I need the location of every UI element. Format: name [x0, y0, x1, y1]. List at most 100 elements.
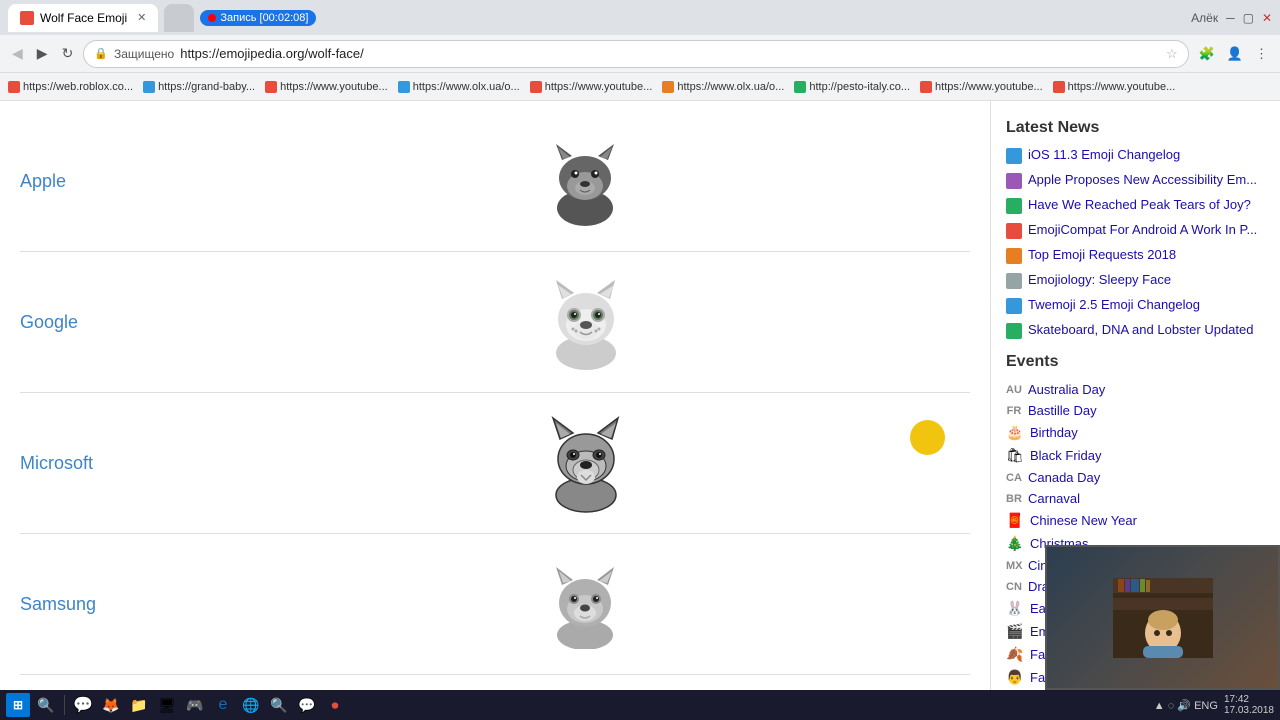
- vendor-link-google[interactable]: Google: [20, 312, 78, 332]
- event-link-bastille-day[interactable]: Bastille Day: [1028, 403, 1097, 418]
- close-button[interactable]: ✕: [1262, 11, 1272, 25]
- vendor-link-samsung[interactable]: Samsung: [20, 594, 96, 614]
- taskbar-ie[interactable]: e: [211, 693, 235, 717]
- event-australia-day[interactable]: AU Australia Day: [1006, 381, 1265, 398]
- maximize-button[interactable]: ▢: [1243, 11, 1254, 25]
- news-favicon-8: [1006, 323, 1022, 339]
- vendor-link-apple[interactable]: Apple: [20, 171, 66, 191]
- event-flag-canada: CA: [1006, 472, 1022, 484]
- taskbar-firefox[interactable]: 🦊: [99, 693, 123, 717]
- secure-label: Защищено: [114, 47, 174, 61]
- taskbar: ⊞ 🔍 💬 🦊 📁 🖥 🎮 e 🌐 🔍 💬 ⏺ ▲ ◌ 🔊 ENG 17:421…: [0, 690, 1280, 720]
- event-black-friday[interactable]: 🛍 Black Friday: [1006, 446, 1265, 465]
- bookmark-favicon: [530, 81, 542, 93]
- active-tab[interactable]: Wolf Face Emoji ✕: [8, 4, 158, 32]
- bookmark-olx2[interactable]: https://www.olx.ua/o...: [662, 81, 784, 93]
- event-birthday[interactable]: 🎂 Birthday: [1006, 423, 1265, 442]
- news-favicon-1: [1006, 148, 1022, 164]
- tab-label: Wolf Face Emoji: [40, 11, 127, 25]
- content-area: Apple: [0, 101, 990, 720]
- event-emoji-birthday: 🎂: [1006, 424, 1024, 441]
- news-item-7[interactable]: Twemoji 2.5 Emoji Changelog: [1006, 297, 1265, 314]
- profile-icon[interactable]: 👤: [1223, 44, 1247, 64]
- wolf-svg-apple: [540, 136, 630, 226]
- news-link-4[interactable]: EmojiCompat For Android A Work In P...: [1028, 222, 1257, 239]
- vendor-apple: Apple: [20, 111, 970, 252]
- taskbar-search2[interactable]: 🔍: [267, 693, 291, 717]
- minimize-button[interactable]: ─: [1226, 11, 1235, 25]
- news-link-8[interactable]: Skateboard, DNA and Lobster Updated: [1028, 322, 1253, 339]
- taskbar-sys-icons: ▲ ◌ 🔊 ENG: [1154, 699, 1218, 712]
- bookmark-roblox[interactable]: https://web.roblox.co...: [8, 81, 133, 93]
- wolf-svg-microsoft: [538, 413, 633, 513]
- taskbar-explorer[interactable]: 📁: [127, 693, 151, 717]
- window-controls: Алёк ─ ▢ ✕: [1191, 11, 1272, 25]
- event-link-chinese-new-year[interactable]: Chinese New Year: [1030, 513, 1137, 528]
- news-item-8[interactable]: Skateboard, DNA and Lobster Updated: [1006, 322, 1265, 339]
- taskbar-record[interactable]: ⏺: [323, 693, 347, 717]
- event-flag-brazil: BR: [1006, 493, 1022, 505]
- taskbar-chrome[interactable]: 🌐: [239, 693, 263, 717]
- bookmark-youtube2[interactable]: https://www.youtube...: [530, 81, 653, 93]
- lock-icon: 🔒: [94, 47, 108, 60]
- news-item-1[interactable]: iOS 11.3 Emoji Changelog: [1006, 147, 1265, 164]
- wolf-image-microsoft: [525, 413, 645, 513]
- event-canada-day[interactable]: CA Canada Day: [1006, 469, 1265, 486]
- news-item-5[interactable]: Top Emoji Requests 2018: [1006, 247, 1265, 264]
- bookmark-favicon: [265, 81, 277, 93]
- bookmark-favicon: [662, 81, 674, 93]
- news-favicon-2: [1006, 173, 1022, 189]
- taskbar-game[interactable]: 🎮: [183, 693, 207, 717]
- news-link-7[interactable]: Twemoji 2.5 Emoji Changelog: [1028, 297, 1200, 314]
- event-flag-france: FR: [1006, 405, 1022, 417]
- address-bar[interactable]: 🔒 Защищено https://emojipedia.org/wolf-f…: [83, 40, 1188, 68]
- news-item-6[interactable]: Emojiology: Sleepy Face: [1006, 272, 1265, 289]
- news-link-1[interactable]: iOS 11.3 Emoji Changelog: [1028, 147, 1180, 164]
- bookmark-star-icon[interactable]: ☆: [1166, 46, 1178, 62]
- event-carnaval[interactable]: BR Carnaval: [1006, 490, 1265, 507]
- bookmark-youtube3[interactable]: https://www.youtube...: [920, 81, 1043, 93]
- event-link-carnaval[interactable]: Carnaval: [1028, 491, 1080, 506]
- event-chinese-new-year[interactable]: 🧧 Chinese New Year: [1006, 511, 1265, 530]
- news-item-4[interactable]: EmojiCompat For Android A Work In P...: [1006, 222, 1265, 239]
- bookmark-pesto[interactable]: http://pesto-italy.co...: [794, 81, 910, 93]
- wolf-image-samsung: [525, 554, 645, 654]
- event-link-birthday[interactable]: Birthday: [1030, 425, 1078, 440]
- bookmark-grand-baby[interactable]: https://grand-baby...: [143, 81, 255, 93]
- video-thumbnail[interactable]: [1045, 545, 1280, 690]
- news-link-5[interactable]: Top Emoji Requests 2018: [1028, 247, 1176, 264]
- start-button[interactable]: ⊞: [6, 693, 30, 717]
- menu-icon[interactable]: ⋮: [1251, 44, 1272, 64]
- inactive-tab[interactable]: [164, 4, 194, 32]
- bookmark-label: https://www.youtube...: [1068, 81, 1176, 93]
- latest-news-title: Latest News: [1006, 119, 1265, 137]
- event-link-canada-day[interactable]: Canada Day: [1028, 470, 1100, 485]
- taskbar-skype[interactable]: 💬: [295, 693, 319, 717]
- bookmark-favicon: [1053, 81, 1065, 93]
- extensions-icon[interactable]: 🧩: [1195, 44, 1219, 64]
- forward-button[interactable]: ▶: [33, 41, 52, 66]
- nav-icons: 🧩 👤 ⋮: [1195, 44, 1272, 64]
- event-link-australia-day[interactable]: Australia Day: [1028, 382, 1105, 397]
- bookmark-youtube4[interactable]: https://www.youtube...: [1053, 81, 1176, 93]
- taskbar-display[interactable]: 🖥: [155, 693, 179, 717]
- tab-close-button[interactable]: ✕: [137, 11, 146, 24]
- bookmark-youtube1[interactable]: https://www.youtube...: [265, 81, 388, 93]
- refresh-button[interactable]: ↻: [58, 41, 78, 66]
- bookmark-favicon: [398, 81, 410, 93]
- bookmark-favicon: [794, 81, 806, 93]
- news-favicon-5: [1006, 248, 1022, 264]
- event-emoji-christmas: 🎄: [1006, 535, 1024, 552]
- search-taskbar-icon[interactable]: 🔍: [34, 693, 58, 717]
- event-bastille-day[interactable]: FR Bastille Day: [1006, 402, 1265, 419]
- news-item-2[interactable]: Apple Proposes New Accessibility Em...: [1006, 172, 1265, 189]
- news-item-3[interactable]: Have We Reached Peak Tears of Joy?: [1006, 197, 1265, 214]
- event-link-black-friday[interactable]: Black Friday: [1030, 448, 1102, 463]
- news-link-3[interactable]: Have We Reached Peak Tears of Joy?: [1028, 197, 1251, 214]
- news-link-6[interactable]: Emojiology: Sleepy Face: [1028, 272, 1171, 289]
- bookmark-olx1[interactable]: https://www.olx.ua/o...: [398, 81, 520, 93]
- vendor-link-microsoft[interactable]: Microsoft: [20, 453, 93, 473]
- back-button[interactable]: ◀: [8, 41, 27, 66]
- taskbar-cortana[interactable]: 💬: [71, 693, 95, 717]
- news-link-2[interactable]: Apple Proposes New Accessibility Em...: [1028, 172, 1257, 189]
